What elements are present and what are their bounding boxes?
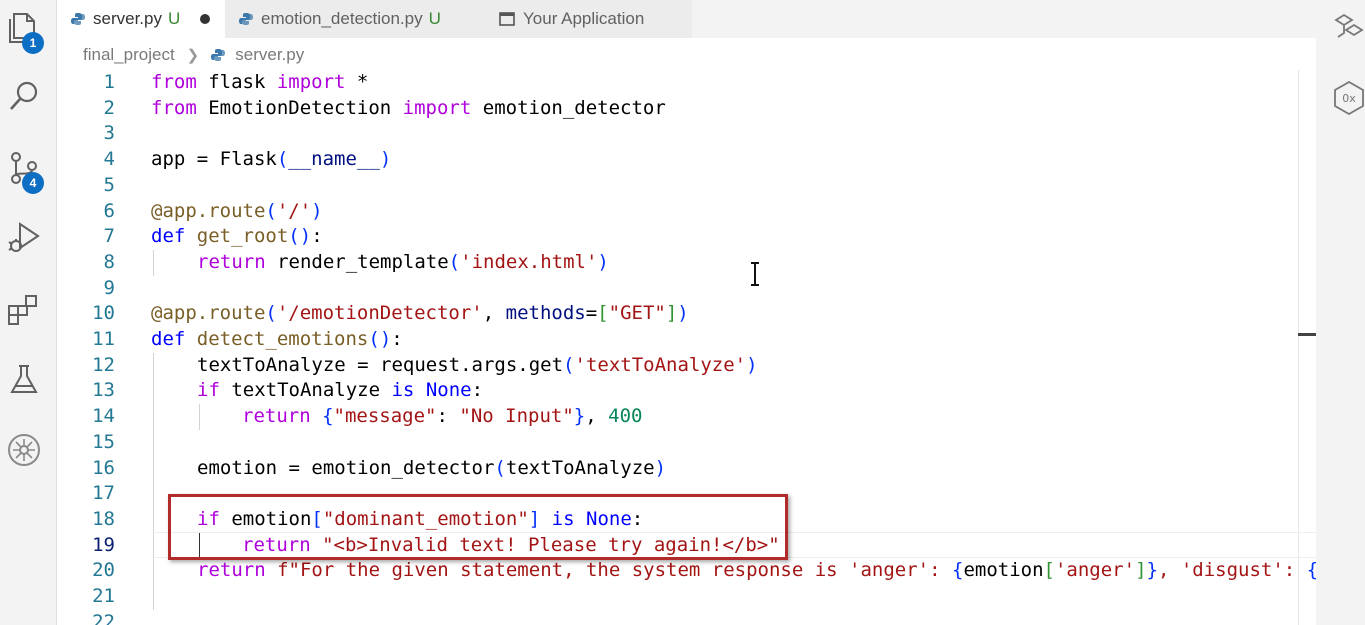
code-line: 8 return render_template('index.html') [57, 250, 1316, 276]
code-line: 6 @app.route('/') [57, 199, 1316, 225]
line-content: def get_root(): [151, 225, 323, 248]
tab-your-application[interactable]: Your Application [485, 0, 692, 38]
unsaved-dot-icon[interactable] [200, 14, 211, 24]
line-number: 22 [92, 610, 115, 625]
code-line: 1 from flask import * [57, 70, 1316, 96]
python-file-icon [239, 13, 253, 25]
annotation-highlight-box [168, 494, 788, 560]
breadcrumb-folder[interactable]: final_project [83, 45, 175, 65]
activity-bar: 1 4 [0, 0, 57, 625]
line-number: 3 [103, 122, 115, 145]
explorer-badge: 1 [22, 32, 44, 54]
line-number: 16 [92, 456, 115, 479]
line-content: if textToAnalyze is None: [197, 379, 484, 402]
source-control-badge: 4 [22, 172, 44, 194]
code-line: 5 [57, 173, 1316, 199]
line-number: 18 [92, 507, 115, 530]
code-line: 9 [57, 276, 1316, 302]
scrollbar-cursor-marker [1298, 333, 1316, 336]
kubernetes-icon[interactable] [6, 432, 42, 468]
code-line: 13 if textToAnalyze is None: [57, 378, 1316, 404]
line-number: 10 [92, 302, 115, 325]
line-number: 2 [103, 96, 115, 119]
python-file-icon [211, 49, 226, 61]
secondary-side-bar: 0x [1316, 0, 1365, 625]
chevron-right-icon: ❯ [186, 47, 200, 64]
line-content: @app.route('/emotionDetector', methods=[… [151, 302, 689, 325]
search-icon[interactable] [6, 78, 42, 114]
skills-network-toolbox-icon[interactable] [1332, 10, 1365, 44]
line-number: 13 [92, 379, 115, 402]
line-content: from flask import * [151, 71, 369, 93]
code-line: 22 [57, 610, 1316, 625]
line-number: 5 [103, 173, 115, 196]
tab-server-py[interactable]: server.py U [57, 0, 225, 38]
line-number: 19 [92, 533, 115, 556]
code-line: 11 def detect_emotions(): [57, 327, 1316, 353]
line-content: return {"message": "No Input"}, 400 [242, 405, 643, 428]
code-line: 14 return {"message": "No Input"}, 400 [57, 404, 1316, 430]
line-number: 4 [103, 148, 115, 171]
line-number: 7 [103, 225, 115, 248]
line-number: 17 [92, 482, 115, 505]
editor-tab-bar: server.py U emotion_detection.py U Your … [57, 0, 1355, 38]
run-debug-icon[interactable] [6, 220, 42, 256]
browser-preview-icon [499, 12, 515, 26]
code-line: 4 app = Flask(__name__) [57, 147, 1316, 173]
tab-emotion-detection-py[interactable]: emotion_detection.py U [225, 0, 485, 38]
line-number: 14 [92, 405, 115, 428]
line-number: 1 [103, 71, 115, 93]
breadcrumb-file[interactable]: server.py [235, 45, 304, 65]
line-number: 8 [103, 250, 115, 273]
code-line: 15 [57, 430, 1316, 456]
line-content: emotion = emotion_detector(textToAnalyze… [197, 456, 667, 479]
code-line: 12 textToAnalyze = request.args.get('text… [57, 353, 1316, 379]
tab-label: Your Application [523, 9, 645, 28]
line-content: return render_template('index.html') [197, 250, 609, 273]
line-content: from EmotionDetection import emotion_det… [151, 96, 666, 119]
code-line: 2 from EmotionDetection import emotion_de… [57, 96, 1316, 122]
line-number: 21 [92, 585, 115, 607]
breadcrumb: final_project ❯ server.py [83, 44, 304, 66]
python-file-icon [71, 13, 85, 25]
line-content: def detect_emotions(): [151, 328, 403, 350]
line-number: 15 [92, 430, 115, 453]
code-line: 7 def get_root(): [57, 224, 1316, 250]
untracked-status: U [428, 9, 441, 28]
line-number: 12 [92, 353, 115, 376]
editor-scrollbar[interactable] [1298, 70, 1317, 625]
line-number: 9 [103, 276, 115, 299]
line-content: @app.route('/') [151, 199, 323, 222]
code-line: 3 [57, 121, 1316, 147]
tab-label: emotion_detection.py [261, 9, 423, 28]
extensions-icon[interactable] [6, 292, 42, 328]
hex-editor-icon[interactable]: 0x [1332, 80, 1365, 116]
line-content: return f"For the given statement, the sy… [197, 559, 1316, 582]
tab-label: server.py [93, 9, 162, 28]
testing-flask-icon[interactable] [6, 362, 42, 398]
line-number: 20 [92, 559, 115, 582]
code-line: 10 @app.route('/emotionDetector', methods… [57, 301, 1316, 327]
line-number: 6 [103, 199, 115, 222]
code-line: 20 return f"For the given statement, the … [57, 558, 1316, 584]
code-line: 21 [57, 584, 1316, 610]
line-content: app = Flask(__name__) [151, 148, 392, 171]
code-line: 16 emotion = emotion_detector(textToAnaly… [57, 456, 1316, 482]
text-cursor-icon [751, 262, 759, 286]
line-content: textToAnalyze = request.args.get('textTo… [197, 353, 758, 376]
line-number: 11 [92, 328, 115, 350]
untracked-status: U [167, 9, 181, 28]
svg-text:0x: 0x [1342, 92, 1356, 105]
